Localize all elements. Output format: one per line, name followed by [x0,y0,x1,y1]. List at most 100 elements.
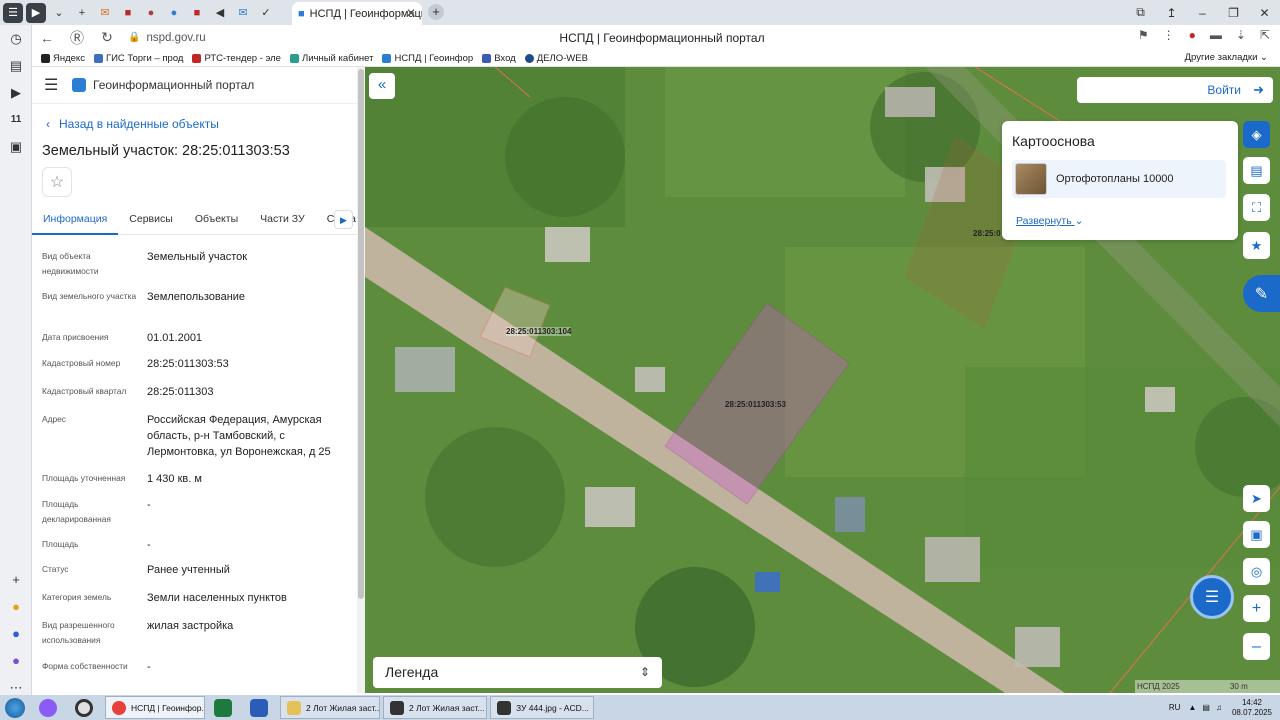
back-arrow-icon[interactable]: ← [32,30,62,46]
maximize-icon[interactable]: ❐ [1218,6,1249,20]
extension-icon[interactable]: ● [1189,28,1196,42]
pinned-tab-icon[interactable]: ● [164,3,184,23]
layers-button[interactable]: ◈ [1243,121,1270,148]
tab-nspd[interactable]: ■ НСПД | Геоинформаци ✕ [292,2,422,25]
pinned-tab-plus-icon[interactable]: + [72,3,92,23]
taskbar-app-alice[interactable] [30,695,66,720]
taskbar-app-browser[interactable] [66,695,102,720]
zoom-in-button[interactable]: + [1243,595,1270,622]
more-icon[interactable]: ⋮ [1163,28,1175,42]
tray-show-hidden-icon[interactable]: ▲ [1188,703,1196,712]
browser-tab-strip: ☰ ▶ ⌄ + ✉ ■ ● ● ■ ◀ ✉ ✓ ■ НСПД | Геоинфо… [0,0,1280,25]
pinned-tab-icon[interactable]: ● [141,3,161,23]
bookmark-personal-account[interactable]: Личный кабинет [289,53,373,64]
volume-icon[interactable]: ♫ [1216,703,1222,712]
network-icon[interactable]: ▤ [1202,703,1210,712]
minimap-button[interactable]: ▣ [1243,521,1270,548]
basemap-option[interactable]: Ортофотопланы 10000 [1012,160,1226,198]
downloads-icon[interactable]: ⇣ [1236,28,1246,42]
parcel-label-partial[interactable]: 28:25:0 [973,229,1001,238]
vpn-icon[interactable]: ▬ [1210,28,1222,42]
map-view[interactable]: 28:25:011303:53 28:25:011303:104 28:25:0… [365,67,1280,693]
pinned-tab-icon[interactable]: ◀ [210,3,230,23]
parcel-label-53[interactable]: 28:25:011303:53 [725,400,786,409]
taskbar-app-excel[interactable] [205,695,241,720]
chat-button[interactable]: ☰ [1190,575,1234,619]
property-label: Вид разрешенного использования [42,620,115,645]
tab-information[interactable]: Информация [32,205,119,235]
taskbar-window-acdsee-1[interactable]: 2 Лот Жилая заст... [383,696,487,719]
yandex-logo-icon[interactable]: Ⓡ [62,28,92,48]
browser-menu-icon[interactable]: ☰ [3,2,23,23]
close-window-icon[interactable]: ✕ [1249,6,1280,20]
navigation-arrow-icon: ➤ [1251,490,1262,506]
add-panel-icon[interactable]: + [0,566,32,593]
basemap-expand-link[interactable]: Развернуть ⌄ [1016,215,1083,227]
back-to-results-link[interactable]: ‹ Назад в найденные объекты [46,117,219,131]
bookmark-rts-tender[interactable]: РТС-тендер - эле [192,53,281,64]
layers-icon: ◈ [1251,126,1262,142]
scrollbar-thumb[interactable] [358,69,364,599]
zoom-out-button[interactable]: – [1243,633,1270,660]
history-icon[interactable]: ◷ [0,25,32,52]
select-area-button[interactable]: ⛶ [1243,194,1270,221]
login-icon: ➜ [1253,82,1264,97]
taskbar-window-acdsee-2[interactable]: ЗУ 444.jpg - ACD... [490,696,594,719]
tabs-scroll-right-button[interactable]: ▶ [334,210,353,229]
collapse-panel-button[interactable]: « [369,73,395,99]
pin-icon[interactable]: ↥ [1156,6,1187,20]
pinned-tab-icon[interactable]: ✓ [256,3,276,23]
minimize-icon[interactable]: – [1187,6,1218,20]
audio-tab-icon[interactable]: ▶ [26,2,46,23]
reload-icon[interactable]: ↻ [92,29,122,46]
bookmark-icon[interactable]: ⚑ [1138,28,1149,42]
geolocation-button[interactable]: ◎ [1243,558,1270,585]
other-bookmarks[interactable]: Другие закладки ⌄ [1185,52,1268,63]
property-label: Форма собственности [42,661,128,671]
hamburger-menu-icon[interactable]: ☰ [44,75,72,95]
app-icon[interactable]: ● [0,593,32,620]
chat-icon: ☰ [1204,589,1220,606]
property-label: Площадь уточненная [42,473,126,483]
bookmark-yandex[interactable]: Яндекс [41,53,85,64]
login-button[interactable]: Войти ➜ [1077,77,1273,103]
tab-objects[interactable]: Объекты [184,205,249,235]
tab-dropdown-icon[interactable]: ⌄ [49,3,69,23]
url-field[interactable]: 🔒 nspd.gov.ru [128,28,278,47]
taskbar-app-word[interactable] [241,695,277,720]
search-by-drawing-button[interactable]: ✎ [1243,275,1280,312]
close-tab-icon[interactable]: ✕ [406,6,416,20]
start-button[interactable] [0,695,30,720]
collections-icon[interactable]: ▤ [0,52,32,79]
bookmark-delo-web[interactable]: ДЕЛО-WEB [524,53,588,64]
taskbar-window-nspd[interactable]: НСПД | Геоинфор... [105,696,205,719]
bookmark-gis-torgi[interactable]: ГИС Торги – прод [93,53,183,64]
tab-parts[interactable]: Части ЗУ [249,205,316,235]
legend-dropdown[interactable]: Легенда ⇕ [373,657,662,688]
share-icon[interactable]: ⇱ [1260,28,1270,42]
my-location-button[interactable]: ➤ [1243,485,1270,512]
pinned-tab-icon[interactable]: ■ [118,3,138,23]
share-button[interactable]: ★ [1243,232,1270,259]
taskbar-clock[interactable]: 14:42 08.07.2025 [1232,698,1272,718]
pinned-tab-mail-icon[interactable]: ✉ [95,3,115,23]
alice-icon[interactable]: ● [0,647,32,674]
bookmark-nspd[interactable]: НСПД | Геоинфор [382,53,473,64]
screenshot-icon[interactable]: ▣ [0,133,32,160]
ruler-button[interactable]: ▤ [1243,157,1270,184]
tab-search-icon[interactable]: ⧉ [1125,5,1156,20]
panel-scrollbar[interactable] [357,67,365,693]
calendar-icon[interactable]: 11 [0,106,32,133]
taskbar-window-folder[interactable]: 2 Лот Жилая заст... [280,696,380,719]
video-icon[interactable]: ▶ [0,79,32,106]
new-tab-button[interactable]: + [428,4,444,20]
folder-icon [287,700,301,715]
favorite-star-button[interactable]: ☆ [42,167,72,197]
bookmark-login[interactable]: Вход [482,53,516,64]
pinned-tab-icon[interactable]: ■ [187,3,207,23]
parcel-label-104[interactable]: 28:25:011303:104 [506,327,572,336]
pinned-tab-icon[interactable]: ✉ [233,3,253,23]
language-indicator[interactable]: RU [1169,703,1181,712]
app-icon[interactable]: ● [0,620,32,647]
tab-services[interactable]: Сервисы [118,205,184,235]
